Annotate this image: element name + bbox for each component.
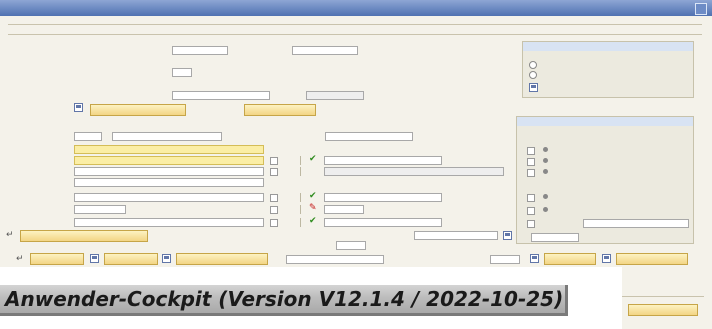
vat-status-field bbox=[306, 91, 364, 100]
exception-settings-panel bbox=[522, 41, 694, 98]
save-icon[interactable] bbox=[162, 254, 171, 263]
substitute-filter-dropdown[interactable] bbox=[531, 233, 579, 242]
close-icon[interactable] bbox=[695, 3, 707, 15]
name-1-checkbox[interactable] bbox=[270, 157, 278, 165]
option-no-exception-radio[interactable] bbox=[529, 61, 537, 69]
status-dot bbox=[543, 207, 548, 212]
substitute-checkbox[interactable] bbox=[527, 220, 535, 228]
return-icon[interactable]: ↵ bbox=[16, 255, 24, 264]
name-2-checkbox[interactable] bbox=[270, 168, 278, 176]
abort-button[interactable] bbox=[30, 253, 84, 265]
save-icon[interactable] bbox=[529, 83, 538, 92]
city-checkbox[interactable] bbox=[270, 194, 278, 202]
row-separator bbox=[300, 205, 301, 214]
apply-button[interactable] bbox=[104, 253, 158, 265]
name-2-field[interactable] bbox=[74, 167, 264, 176]
street-suggestion bbox=[324, 218, 442, 227]
partner-number-field[interactable] bbox=[172, 46, 228, 55]
partner-type-dropdown[interactable] bbox=[292, 46, 358, 55]
return-icon[interactable]: ↵ bbox=[6, 231, 14, 240]
divider bbox=[8, 34, 702, 35]
substitute-checkbox[interactable] bbox=[527, 169, 535, 177]
panel-header bbox=[523, 42, 693, 51]
row-separator bbox=[300, 167, 301, 176]
check-icon: ✔ bbox=[309, 191, 317, 201]
name-1-field[interactable] bbox=[74, 156, 264, 165]
substitute-checkbox[interactable] bbox=[527, 147, 535, 155]
city-suggestion bbox=[324, 193, 442, 202]
current-timestamp-field bbox=[325, 132, 413, 141]
status-dot bbox=[543, 169, 548, 174]
divider bbox=[8, 24, 702, 25]
city-field[interactable] bbox=[74, 193, 264, 202]
check-icon: ✔ bbox=[309, 216, 317, 226]
save-icon[interactable] bbox=[503, 231, 512, 240]
name-3-field[interactable] bbox=[74, 178, 264, 187]
postcode-suggestion bbox=[324, 205, 364, 214]
name-field[interactable] bbox=[74, 145, 264, 154]
postcode-checkbox[interactable] bbox=[270, 206, 278, 214]
search-button[interactable] bbox=[628, 304, 698, 316]
row-separator bbox=[300, 218, 301, 227]
check-icon: ✔ bbox=[309, 154, 317, 164]
address-search-button[interactable] bbox=[90, 104, 186, 116]
save-icon[interactable] bbox=[74, 103, 83, 112]
option-mandatory-radio[interactable] bbox=[529, 71, 537, 79]
name-2-suggestion bbox=[324, 167, 504, 176]
street-field[interactable] bbox=[74, 218, 264, 227]
changed-on-field bbox=[112, 132, 222, 141]
street-checkbox[interactable] bbox=[270, 219, 278, 227]
status-dot bbox=[543, 158, 548, 163]
vat-id-field[interactable] bbox=[172, 91, 270, 100]
last-save-field bbox=[286, 255, 384, 264]
row-separator bbox=[300, 156, 301, 165]
postcode-field[interactable] bbox=[74, 205, 126, 214]
partner-search-button[interactable] bbox=[244, 104, 316, 116]
row-separator bbox=[300, 193, 301, 202]
substitute-street-field bbox=[583, 219, 689, 228]
window-title-bar bbox=[0, 0, 712, 16]
status-dot bbox=[543, 194, 548, 199]
version-caption: Anwender-Cockpit (Version V12.1.4 / 2022… bbox=[0, 285, 568, 316]
details-button[interactable] bbox=[544, 253, 596, 265]
substitutes-panel bbox=[516, 116, 694, 244]
warning-icon: ✎ bbox=[309, 203, 317, 213]
name-1-suggestion bbox=[324, 156, 442, 165]
date-from-field bbox=[336, 241, 366, 250]
land-field[interactable] bbox=[172, 68, 192, 77]
substitute-checkbox[interactable] bbox=[527, 158, 535, 166]
lookup-count-field bbox=[490, 255, 520, 264]
save-icon[interactable] bbox=[602, 254, 611, 263]
substitute-checkbox[interactable] bbox=[527, 194, 535, 202]
panel-header bbox=[517, 117, 693, 126]
remove-button[interactable] bbox=[616, 253, 688, 265]
status-dot bbox=[543, 147, 548, 152]
substitute-checkbox[interactable] bbox=[527, 207, 535, 215]
exception-dropdown[interactable] bbox=[414, 231, 498, 240]
apply-as-copy-button[interactable] bbox=[176, 253, 268, 265]
save-icon[interactable] bbox=[90, 254, 99, 263]
divider bbox=[622, 296, 704, 297]
accept-all-button[interactable] bbox=[20, 230, 148, 242]
save-icon[interactable] bbox=[530, 254, 539, 263]
legacy-code-field bbox=[74, 132, 102, 141]
